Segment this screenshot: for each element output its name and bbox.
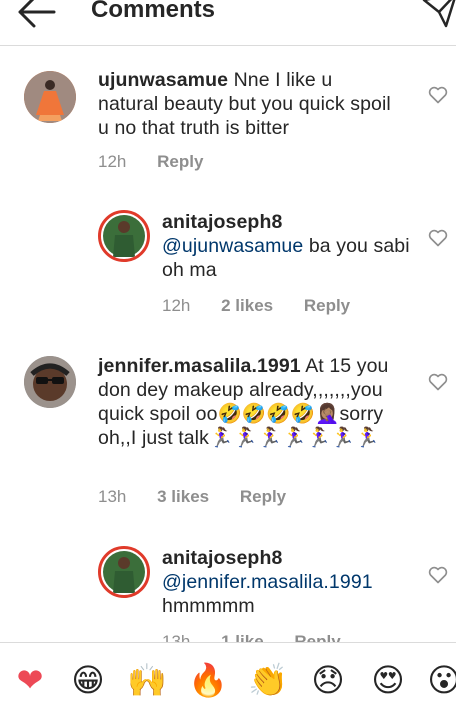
heart-emoji-button[interactable]: ❤ xyxy=(10,660,50,700)
comment-username[interactable]: ujunwasamue xyxy=(98,69,228,91)
reply-item: anitajoseph8 @ujunwasamue ba you sabi oh… xyxy=(0,196,456,326)
comment-username[interactable]: jennifer.masalila.1991 xyxy=(98,355,301,377)
comment-time: 12h xyxy=(98,152,127,171)
comment-body: hmmmmm xyxy=(162,595,255,617)
comment-item: jennifer.masalila.1991 At 15 you don dey… xyxy=(0,342,456,532)
likes-count[interactable]: 1 like xyxy=(221,632,264,642)
comment-text: ujunwasamue Nne I like u natural beauty … xyxy=(98,68,398,140)
avatar[interactable] xyxy=(24,356,76,408)
comment-time: 12h xyxy=(162,296,191,315)
top-bar: Comments xyxy=(0,0,456,46)
comment-text: anitajoseph8 @ujunwasamue ba you sabi oh… xyxy=(162,210,412,282)
raised-hands-emoji-button[interactable]: 🙌 xyxy=(127,660,167,700)
back-arrow-icon[interactable] xyxy=(14,0,58,32)
likes-count[interactable]: 2 likes xyxy=(221,296,273,315)
like-heart-icon[interactable] xyxy=(428,373,448,391)
direct-message-icon[interactable] xyxy=(420,0,456,30)
surprised-emoji-button[interactable]: 😮 xyxy=(424,660,456,700)
reply-button[interactable]: Reply xyxy=(240,487,286,506)
comment-meta: 13h 1 like Reply xyxy=(162,632,367,642)
avatar[interactable] xyxy=(98,210,150,262)
disappointed-emoji-button[interactable]: 😞 xyxy=(308,660,348,700)
reply-button[interactable]: Reply xyxy=(304,296,350,315)
reply-button[interactable]: Reply xyxy=(157,152,203,171)
comment-time: 13h xyxy=(98,487,127,506)
mention-link[interactable]: @jennifer.masalila.1991 xyxy=(162,571,373,593)
comments-list[interactable]: ujunwasamue Nne I like u natural beauty … xyxy=(0,46,456,642)
like-heart-icon[interactable] xyxy=(428,86,448,104)
comment-username[interactable]: anitajoseph8 xyxy=(162,547,282,569)
mention-link[interactable]: @ujunwasamue xyxy=(162,235,303,257)
reply-item: anitajoseph8 @jennifer.masalila.1991 hmm… xyxy=(0,540,456,642)
reply-button[interactable]: Reply xyxy=(294,632,340,642)
comment-meta: 12h Reply xyxy=(98,152,229,172)
like-heart-icon[interactable] xyxy=(428,566,448,584)
fire-emoji-button[interactable]: 🔥 xyxy=(188,660,228,700)
comment-item: ujunwasamue Nne I like u natural beauty … xyxy=(0,46,456,186)
comment-time: 13h xyxy=(162,632,191,642)
avatar[interactable] xyxy=(98,546,150,598)
like-heart-icon[interactable] xyxy=(428,229,448,247)
emoji-reaction-bar: ❤ 😁 🙌 🔥 👏 😞 😍 😮 xyxy=(0,642,456,705)
comment-meta: 12h 2 likes Reply xyxy=(162,296,376,316)
clap-emoji-button[interactable]: 👏 xyxy=(248,660,288,700)
comment-username[interactable]: anitajoseph8 xyxy=(162,211,282,233)
likes-count[interactable]: 3 likes xyxy=(157,487,209,506)
grin-emoji-button[interactable]: 😁 xyxy=(68,660,108,700)
avatar[interactable] xyxy=(24,71,76,123)
heart-eyes-emoji-button[interactable]: 😍 xyxy=(368,660,408,700)
comment-text: anitajoseph8 @jennifer.masalila.1991 hmm… xyxy=(162,546,422,618)
page-title: Comments xyxy=(91,0,216,23)
comment-meta: 13h 3 likes Reply xyxy=(98,487,312,507)
comment-text: jennifer.masalila.1991 At 15 you don dey… xyxy=(98,354,408,450)
